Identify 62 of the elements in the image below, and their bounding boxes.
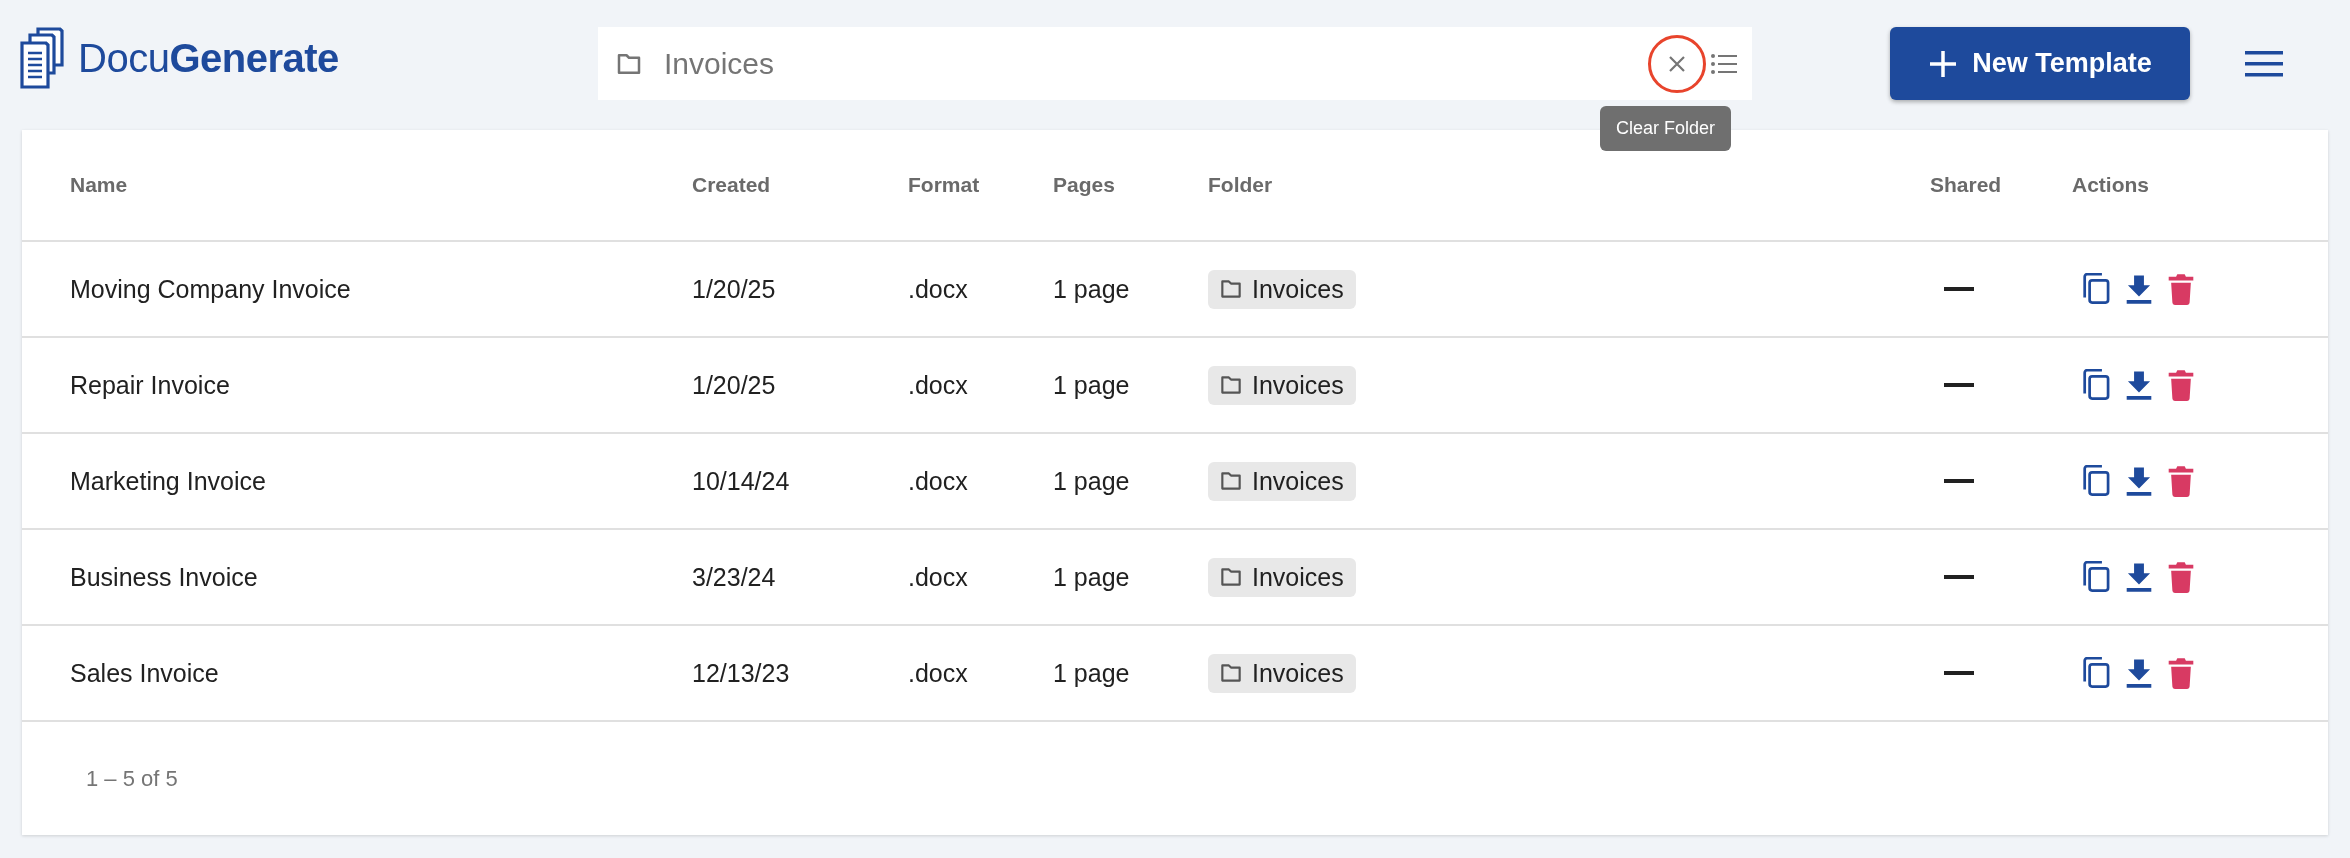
folder-chip[interactable]: Invoices — [1208, 653, 1356, 693]
column-header: Actions — [2072, 173, 2150, 197]
download-icon[interactable] — [2124, 561, 2154, 593]
folder-name: Invoices — [1252, 562, 1344, 592]
column-header: Name — [70, 173, 129, 197]
download-icon[interactable] — [2124, 273, 2154, 305]
folder-name: Invoices — [1252, 466, 1344, 496]
table-cell-text: 1/20/25 — [692, 370, 777, 400]
folder-chip[interactable]: Invoices — [1208, 269, 1356, 309]
trash-icon[interactable] — [2166, 561, 2196, 593]
table-cell-text: 12/13/23 — [692, 658, 791, 688]
list-icon[interactable] — [1710, 51, 1738, 76]
column-header: Pages — [1053, 173, 1116, 197]
tooltip: Clear Folder — [1600, 106, 1732, 151]
table-cell-text: 1 page — [1053, 274, 1131, 304]
copy-icon[interactable] — [2082, 369, 2112, 401]
table-cell-text: Marketing Invoice — [70, 466, 267, 496]
copy-icon[interactable] — [2082, 273, 2112, 305]
download-icon[interactable] — [2124, 369, 2154, 401]
folder-name: Invoices — [1252, 658, 1344, 688]
copy-icon[interactable] — [2082, 465, 2112, 497]
table-cell-text: 1 page — [1053, 658, 1131, 688]
plus-icon — [1928, 48, 1959, 79]
table-cell-text: .docx — [908, 274, 969, 304]
table-cell-text: 1 page — [1053, 562, 1131, 592]
trash-icon[interactable] — [2166, 657, 2196, 689]
table-cell-text: Repair Invoice — [70, 370, 231, 400]
table-cell-text: 1 page — [1053, 466, 1131, 496]
logo-text: DocuGenerate — [78, 35, 339, 81]
column-header: Created — [692, 173, 772, 197]
table-cell-text: .docx — [908, 562, 969, 592]
table-cell-text: 1/20/25 — [692, 274, 777, 304]
pagination-range: 1 – 5 of 5 — [86, 766, 178, 791]
folder-chip[interactable]: Invoices — [1208, 365, 1356, 405]
trash-icon[interactable] — [2166, 465, 2196, 497]
table-cell-text: .docx — [908, 370, 969, 400]
trash-icon[interactable] — [2166, 273, 2196, 305]
table-cell-text: .docx — [908, 466, 969, 496]
copy-icon[interactable] — [2082, 561, 2112, 593]
download-icon[interactable] — [2124, 465, 2154, 497]
table-cell-text: 1 page — [1053, 370, 1131, 400]
folder-chip[interactable]: Invoices — [1208, 557, 1356, 597]
folder-field[interactable]: Invoices — [662, 45, 1630, 82]
copy-icon[interactable] — [2082, 657, 2112, 689]
folder-field[interactable]: Invoices — [598, 27, 1752, 100]
folder-name: Invoices — [1252, 274, 1344, 304]
column-header: Format — [908, 173, 981, 197]
new-template-button[interactable]: New Template — [1890, 27, 2190, 100]
table-cell-text: 3/23/24 — [692, 562, 777, 592]
table-cell-text: .docx — [908, 658, 969, 688]
column-header: Folder — [1208, 173, 1274, 197]
download-icon[interactable] — [2124, 657, 2154, 689]
column-header: Shared — [1930, 173, 2003, 197]
menu-icon[interactable] — [2245, 50, 2283, 78]
folder-name: Invoices — [1252, 370, 1344, 400]
folder-chip[interactable]: Invoices — [1208, 461, 1356, 501]
table-cell-text: Business Invoice — [70, 562, 259, 592]
clear-button[interactable] — [1648, 34, 1706, 93]
table-cell-text: Moving Company Invoice — [70, 274, 352, 304]
table-cell-text: Sales Invoice — [70, 658, 220, 688]
table-cell-text: 10/14/24 — [692, 466, 791, 496]
trash-icon[interactable] — [2166, 369, 2196, 401]
